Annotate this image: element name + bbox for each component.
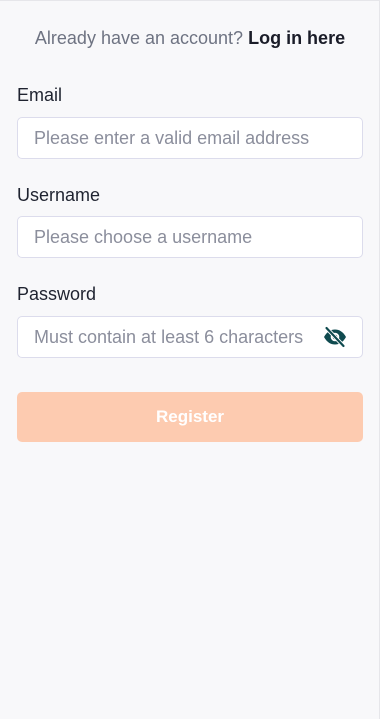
login-link[interactable]: Log in here [248,28,345,48]
email-field-container [17,117,363,159]
username-field[interactable] [18,217,362,257]
login-prompt: Already have an account? Log in here [0,28,380,49]
login-prompt-text: Already have an account? [34,28,244,48]
email-field[interactable] [18,118,362,158]
username-field-container [17,216,363,258]
username-label: Username [17,185,101,205]
password-field-container [17,316,363,358]
register-button[interactable]: Register [17,392,363,442]
eye-off-icon-svg [324,326,346,348]
password-field[interactable] [18,317,362,357]
password-label: Password [17,284,97,304]
eye-off-icon[interactable] [323,325,347,349]
email-label: Email [17,85,63,105]
